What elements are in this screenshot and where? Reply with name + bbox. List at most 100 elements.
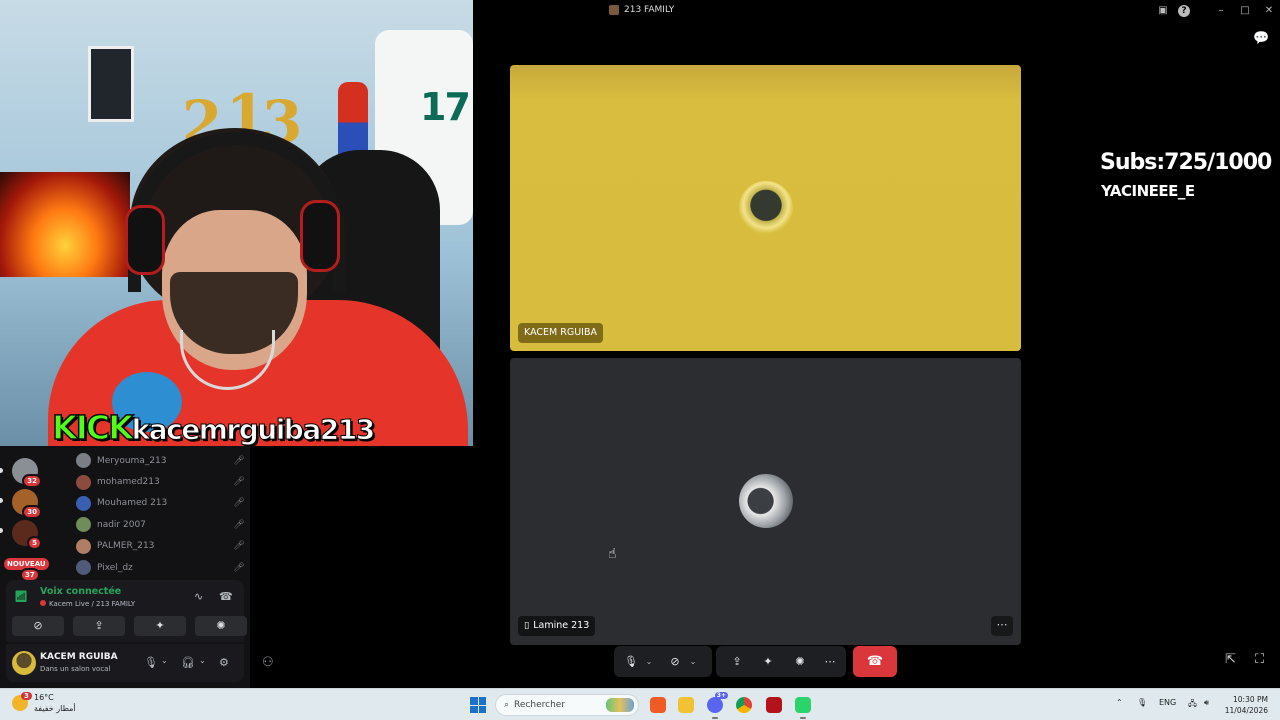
camera-off-button[interactable]: ⊘ xyxy=(664,646,686,677)
chevron-down-icon[interactable]: ⌄ xyxy=(161,656,168,665)
signal-icon[interactable]: 📶︎ xyxy=(14,590,30,606)
voice-member[interactable]: Mouhamed 213 🎤︎ xyxy=(76,493,246,514)
activities-button[interactable]: ✦ xyxy=(752,646,784,677)
participant-tile[interactable]: ▯ Lamine 213 ⋯ xyxy=(510,358,1021,645)
activity-controls: ⇪ ✦ ✺ ⋯ xyxy=(716,646,846,677)
voice-member[interactable]: Meryouma_213 🎤︎ xyxy=(76,450,246,471)
soundboard-button[interactable]: ✺ xyxy=(784,646,816,677)
active-app-indicator xyxy=(800,717,806,719)
volume-icon[interactable]: 🔊︎ xyxy=(1204,698,1209,708)
chevron-up-icon[interactable]: ⌃ xyxy=(1116,698,1123,707)
soundboard-button[interactable]: ✺ xyxy=(195,616,247,636)
avatar xyxy=(76,495,91,511)
unread-indicator xyxy=(0,468,3,473)
microphone-button[interactable]: 🎙︎ xyxy=(620,646,642,677)
muted-icon: 🎤︎ xyxy=(233,455,245,466)
muted-icon: 🎤︎ xyxy=(233,541,245,552)
webcam-feed: 17 2 1 3 KICK kacemrguiba213 xyxy=(0,0,473,446)
close-button[interactable]: ✕ xyxy=(1261,3,1277,19)
discord-icon[interactable]: 3+ xyxy=(707,692,728,713)
disconnect-icon[interactable]: ☎︎ xyxy=(219,590,233,603)
maximize-button[interactable]: □ xyxy=(1237,3,1253,19)
voice-action-buttons: ⊘ ⇪ ✦ ✺ xyxy=(12,616,247,636)
weather-widget[interactable]: 3 16°C أمطار خفيفة xyxy=(12,692,76,714)
more-options-button[interactable]: ⋯ xyxy=(816,646,844,677)
weather-description: أمطار خفيفة xyxy=(34,704,76,713)
mobile-device-icon: ▯ xyxy=(524,620,530,631)
more-options-button[interactable]: ⋯ xyxy=(991,616,1013,636)
fullscreen-icon[interactable]: ⛶ xyxy=(1255,652,1264,667)
member-name: nadir 2007 xyxy=(97,519,146,530)
participant-name: KACEM RGUIBA xyxy=(524,327,597,338)
noise-suppression-icon[interactable]: ∿ xyxy=(194,590,203,603)
voice-member[interactable]: PALMER_213 🎤︎ xyxy=(76,536,246,557)
discord-sidebar: 32 30 5 NOUVEAU 37 Meryouma_213 🎤︎ moham… xyxy=(0,446,250,688)
minimize-button[interactable]: – xyxy=(1213,3,1229,19)
headset-earcup-right xyxy=(300,200,340,272)
start-button[interactable] xyxy=(470,697,486,713)
time: 10:30 PM xyxy=(1233,695,1268,704)
participant-tile[interactable]: KACEM RGUIBA xyxy=(510,65,1021,351)
date: 11/04/2026 xyxy=(1224,706,1268,715)
chrome-icon[interactable] xyxy=(736,697,752,713)
microphone-icon[interactable]: 🎙︎ xyxy=(144,656,158,669)
mention-badge: 5 xyxy=(27,536,42,550)
avatar xyxy=(76,453,91,469)
user-avatar[interactable] xyxy=(12,651,36,675)
headphones-icon[interactable]: 🎧︎ xyxy=(181,656,195,669)
mention-badge: 32 xyxy=(22,474,42,488)
muted-icon: 🎤︎ xyxy=(233,562,245,573)
server-icon[interactable]: 5 xyxy=(12,520,42,550)
network-icon[interactable]: 🖧︎ xyxy=(1188,698,1197,712)
active-app-indicator xyxy=(712,717,718,719)
discord-notification-badge: 3+ xyxy=(714,692,728,699)
member-name: Meryouma_213 xyxy=(97,455,167,466)
camera-options-chevron-icon[interactable]: ⌄ xyxy=(686,646,700,677)
voice-channel-path[interactable]: Kacem Live / 213 FAMILY xyxy=(40,600,135,608)
avatar xyxy=(76,517,91,533)
file-explorer-icon[interactable] xyxy=(678,697,694,713)
unread-indicator xyxy=(0,498,3,503)
inbox-icon[interactable]: ▣ xyxy=(1155,3,1171,19)
settings-gear-icon[interactable]: ⚙ xyxy=(219,656,229,669)
title-bar: 213 FAMILY ▣ ? – □ ✕ xyxy=(473,0,1280,22)
kick-banner: KICK kacemrguiba213 xyxy=(51,407,375,446)
audio-video-controls: 🎙︎ ⌄ ⊘ ⌄ xyxy=(614,646,712,677)
clock[interactable]: 10:30 PM 11/04/2026 xyxy=(1222,694,1268,716)
voice-channel-text: Kacem Live / 213 FAMILY xyxy=(49,600,136,608)
temperature: 16°C xyxy=(34,693,54,702)
live-dot-icon xyxy=(40,600,46,606)
hang-up-button[interactable]: ☎︎ xyxy=(853,646,897,677)
voice-member[interactable]: mohamed213 🎤︎ xyxy=(76,471,246,492)
weather-icon: 3 xyxy=(12,692,32,711)
search-icon: ⌕ xyxy=(504,700,510,710)
search-highlight-art xyxy=(606,698,634,712)
fireplace-screen xyxy=(0,172,130,277)
chevron-down-icon[interactable]: ⌄ xyxy=(199,656,206,665)
screen: 17 2 1 3 KICK kacemrguiba213 213 FAMILY … xyxy=(0,0,1280,720)
kick-logo: KICK xyxy=(51,407,134,446)
unread-indicator xyxy=(0,528,3,533)
streaming-app-icon[interactable] xyxy=(795,697,811,713)
brave-browser-icon[interactable] xyxy=(650,697,666,713)
server-icon[interactable]: 32 xyxy=(12,458,42,488)
adobe-app-icon[interactable] xyxy=(766,697,782,713)
screen-share-button[interactable]: ⇪ xyxy=(73,616,125,636)
window-title-text: 213 FAMILY xyxy=(624,5,675,15)
help-icon[interactable]: ? xyxy=(1178,5,1190,17)
invite-icon[interactable]: ⚇ xyxy=(262,655,274,670)
voice-member[interactable]: nadir 2007 🎤︎ xyxy=(76,514,246,535)
server-icon[interactable]: 30 xyxy=(12,489,42,519)
search-box[interactable]: ⌕ Rechercher xyxy=(495,694,639,716)
voice-member[interactable]: Pixel_dz 🎤︎ xyxy=(76,557,246,578)
username: KACEM RGUIBA xyxy=(40,652,118,662)
chat-icon[interactable]: 💬 xyxy=(1253,31,1269,46)
camera-off-button[interactable]: ⊘ xyxy=(12,616,64,636)
mic-options-chevron-icon[interactable]: ⌄ xyxy=(642,646,656,677)
activities-button[interactable]: ✦ xyxy=(134,616,186,636)
voice-member-list: Meryouma_213 🎤︎ mohamed213 🎤︎ Mouhamed 2… xyxy=(76,450,246,578)
microphone-icon[interactable]: 🎙︎ xyxy=(1137,698,1147,707)
pop-out-icon[interactable]: ⇱ xyxy=(1225,652,1236,667)
language-indicator[interactable]: ENG xyxy=(1159,698,1176,707)
screen-share-button[interactable]: ⇪ xyxy=(722,646,752,677)
